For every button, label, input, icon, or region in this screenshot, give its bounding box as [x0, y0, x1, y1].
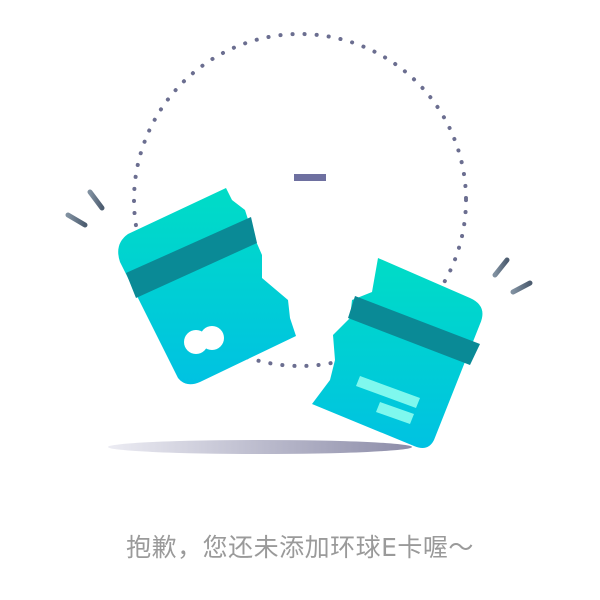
broken-card-illustration	[57, 32, 541, 454]
right-card-piece	[312, 258, 483, 448]
minus-icon	[294, 174, 326, 181]
left-card-piece	[118, 188, 296, 385]
shake-lines-left	[57, 189, 105, 249]
shadow	[108, 440, 412, 454]
empty-state-message: 抱歉，您还未添加环球E卡喔～	[126, 533, 474, 562]
shake-lines-right	[492, 257, 541, 317]
